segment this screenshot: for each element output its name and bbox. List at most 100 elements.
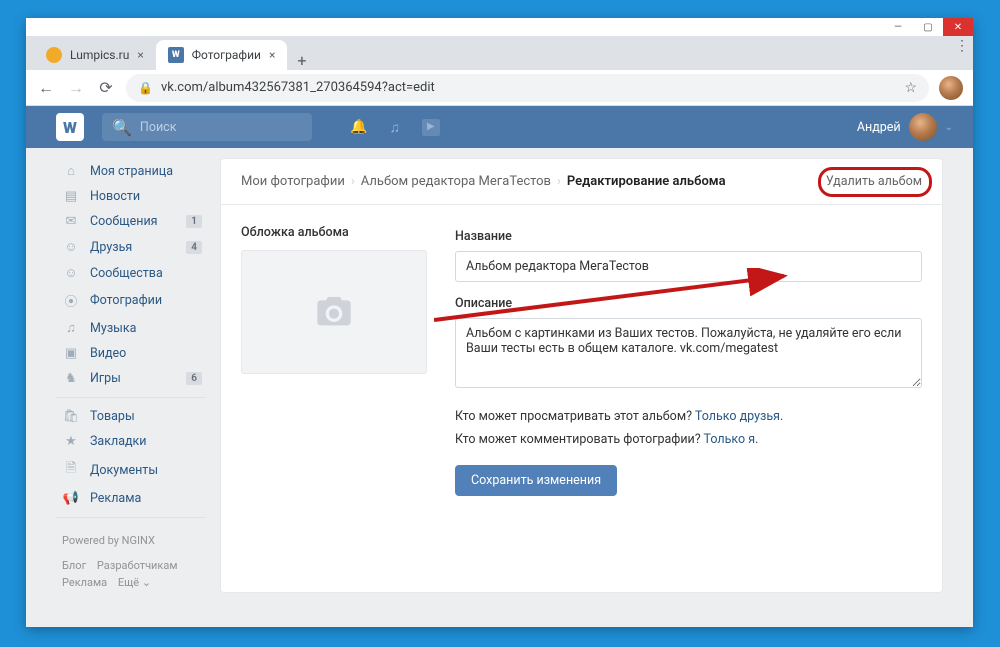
browser-toolbar: ← → ⟳ 🔒 ☆ [26,70,973,106]
footer-link-ads[interactable]: Реклама [62,576,107,589]
main-panel: Мои фотографии › Альбом редактора МегаТе… [220,158,943,593]
messages-icon: ✉ [62,214,80,229]
forward-button[interactable]: → [66,78,86,98]
sidebar-item-label: Товары [90,409,135,424]
powered-by: Powered by NGINX [62,534,206,547]
notifications-icon[interactable]: 🔔 [350,119,367,136]
cover-label: Обложка альбома [241,225,427,240]
sidebar-item-ads[interactable]: 📢 Реклама [56,486,206,511]
window-titlebar: — ▢ ✕ ⋮ [26,18,973,36]
home-icon: ⌂ [62,163,80,179]
new-tab-button[interactable]: + [287,51,316,70]
badge: 1 [186,215,202,228]
save-button[interactable]: Сохранить изменения [455,465,617,496]
sidebar-item-bookmarks[interactable]: ★ Закладки [56,429,206,454]
camera-icon: ⦿ [62,291,80,310]
ads-icon: 📢 [62,491,80,506]
privacy-block: Кто может просматривать этот альбом? Тол… [455,406,922,451]
chevron-right-icon: › [557,174,561,189]
favicon-icon [46,47,62,63]
minimize-button[interactable]: — [883,18,913,36]
tab-close-icon[interactable]: × [269,48,275,62]
player-icon[interactable]: ▶ [422,119,440,136]
news-icon: ▤ [62,189,80,204]
profile-avatar[interactable] [939,76,963,100]
sidebar-item-label: Видео [90,346,126,361]
address-bar[interactable]: 🔒 ☆ [126,74,929,102]
sidebar-item-my-page[interactable]: ⌂ Моя страница [56,158,206,184]
sidebar-item-news[interactable]: ▤ Новости [56,184,206,209]
browser-tabstrip: Lumpics.ru × W Фотографии × + [26,36,973,70]
star-icon: ★ [62,434,80,449]
sidebar-item-label: Закладки [90,434,147,449]
chevron-down-icon: ⌄ [945,122,953,133]
sidebar-item-label: Сообщества [90,266,163,281]
badge: 4 [186,241,202,254]
music-icon[interactable]: ♫ [389,119,400,136]
url-input[interactable] [161,80,896,95]
sidebar-item-label: Моя страница [90,164,173,179]
tab-close-icon[interactable]: × [137,48,143,62]
privacy-view-link[interactable]: Только друзья [695,409,780,424]
cover-placeholder[interactable] [241,250,427,374]
vk-search[interactable]: 🔍 [102,113,312,141]
search-input[interactable] [140,120,302,135]
sidebar-item-label: Реклама [90,491,141,506]
lock-icon: 🔒 [138,81,153,95]
communities-icon: ☺ [62,265,80,281]
sidebar-item-video[interactable]: ▣ Видео [56,341,206,366]
sidebar-item-messages[interactable]: ✉ Сообщения 1 [56,209,206,234]
vk-logo[interactable]: W [56,113,84,141]
sidebar-item-communities[interactable]: ☺ Сообщества [56,260,206,286]
friends-icon: ☺ [62,239,80,255]
user-menu[interactable]: Андрей ⌄ [857,113,953,141]
sidebar-item-label: Музыка [90,321,136,336]
desc-label: Описание [455,296,922,311]
tab-inactive[interactable]: Lumpics.ru × [34,40,156,70]
sidebar-item-label: Сообщения [90,214,158,229]
breadcrumb-album[interactable]: Альбом редактора МегаТестов [361,174,551,189]
search-icon: 🔍 [112,118,132,137]
privacy-comment-link[interactable]: Только я [704,432,756,447]
sidebar-item-label: Фотографии [90,293,162,308]
sidebar-item-label: Новости [90,189,140,204]
back-button[interactable]: ← [36,78,56,98]
maximize-button[interactable]: ▢ [913,18,943,36]
title-input[interactable] [455,251,922,282]
sidebar-item-market[interactable]: 🛍 Товары [56,404,206,429]
tab-active[interactable]: W Фотографии × [156,40,288,70]
market-icon: 🛍 [62,409,80,424]
user-avatar-icon [909,113,937,141]
doc-icon: 🗎 [62,459,80,481]
breadcrumb-current: Редактирование альбома [567,174,726,189]
video-icon: ▣ [62,346,80,361]
browser-window: — ▢ ✕ ⋮ Lumpics.ru × W Фотографии × + ← … [26,18,973,627]
album-editor: Обложка альбома Название Описание Кто мо… [221,205,942,516]
footer-link-blog[interactable]: Блог [62,559,86,572]
reload-button[interactable]: ⟳ [96,78,116,97]
sidebar-footer: Powered by NGINX Блог Разработчикам Рекл… [56,534,206,593]
privacy-view-question: Кто может просматривать этот альбом? [455,409,692,424]
footer-link-more[interactable]: Ещё ⌄ [118,576,151,589]
sidebar-item-friends[interactable]: ☺Друзья4 [56,234,206,260]
breadcrumb-photos[interactable]: Мои фотографии [241,174,345,189]
sidebar: ⌂ Моя страница ▤ Новости ✉ Сообщения 1 ☺Друз… [56,158,206,593]
form-column: Название Описание Кто может просматриват… [455,225,922,496]
sidebar-item-documents[interactable]: 🗎Документы [56,454,206,486]
browser-menu-button[interactable]: ⋮ [955,38,969,54]
sidebar-item-photos[interactable]: ⦿ Фотографии [56,286,206,315]
delete-album-button[interactable]: Удалить альбом [826,174,922,189]
window-close-button[interactable]: ✕ [943,18,973,36]
bookmark-star-icon[interactable]: ☆ [904,80,917,96]
favicon-icon: W [168,47,184,63]
tab-label: Фотографии [192,48,261,62]
desc-textarea[interactable] [455,318,922,388]
sidebar-item-games[interactable]: ♞Игры6 [56,366,206,391]
sidebar-item-music[interactable]: ♫ Музыка [56,315,206,341]
chevron-right-icon: › [351,174,355,189]
cover-column: Обложка альбома [241,225,427,496]
music-note-icon: ♫ [62,320,80,336]
privacy-comment-question: Кто может комментировать фотографии? [455,432,701,447]
vk-page: ⌂ Моя страница ▤ Новости ✉ Сообщения 1 ☺Друз… [26,148,973,593]
footer-link-dev[interactable]: Разработчикам [97,559,178,572]
